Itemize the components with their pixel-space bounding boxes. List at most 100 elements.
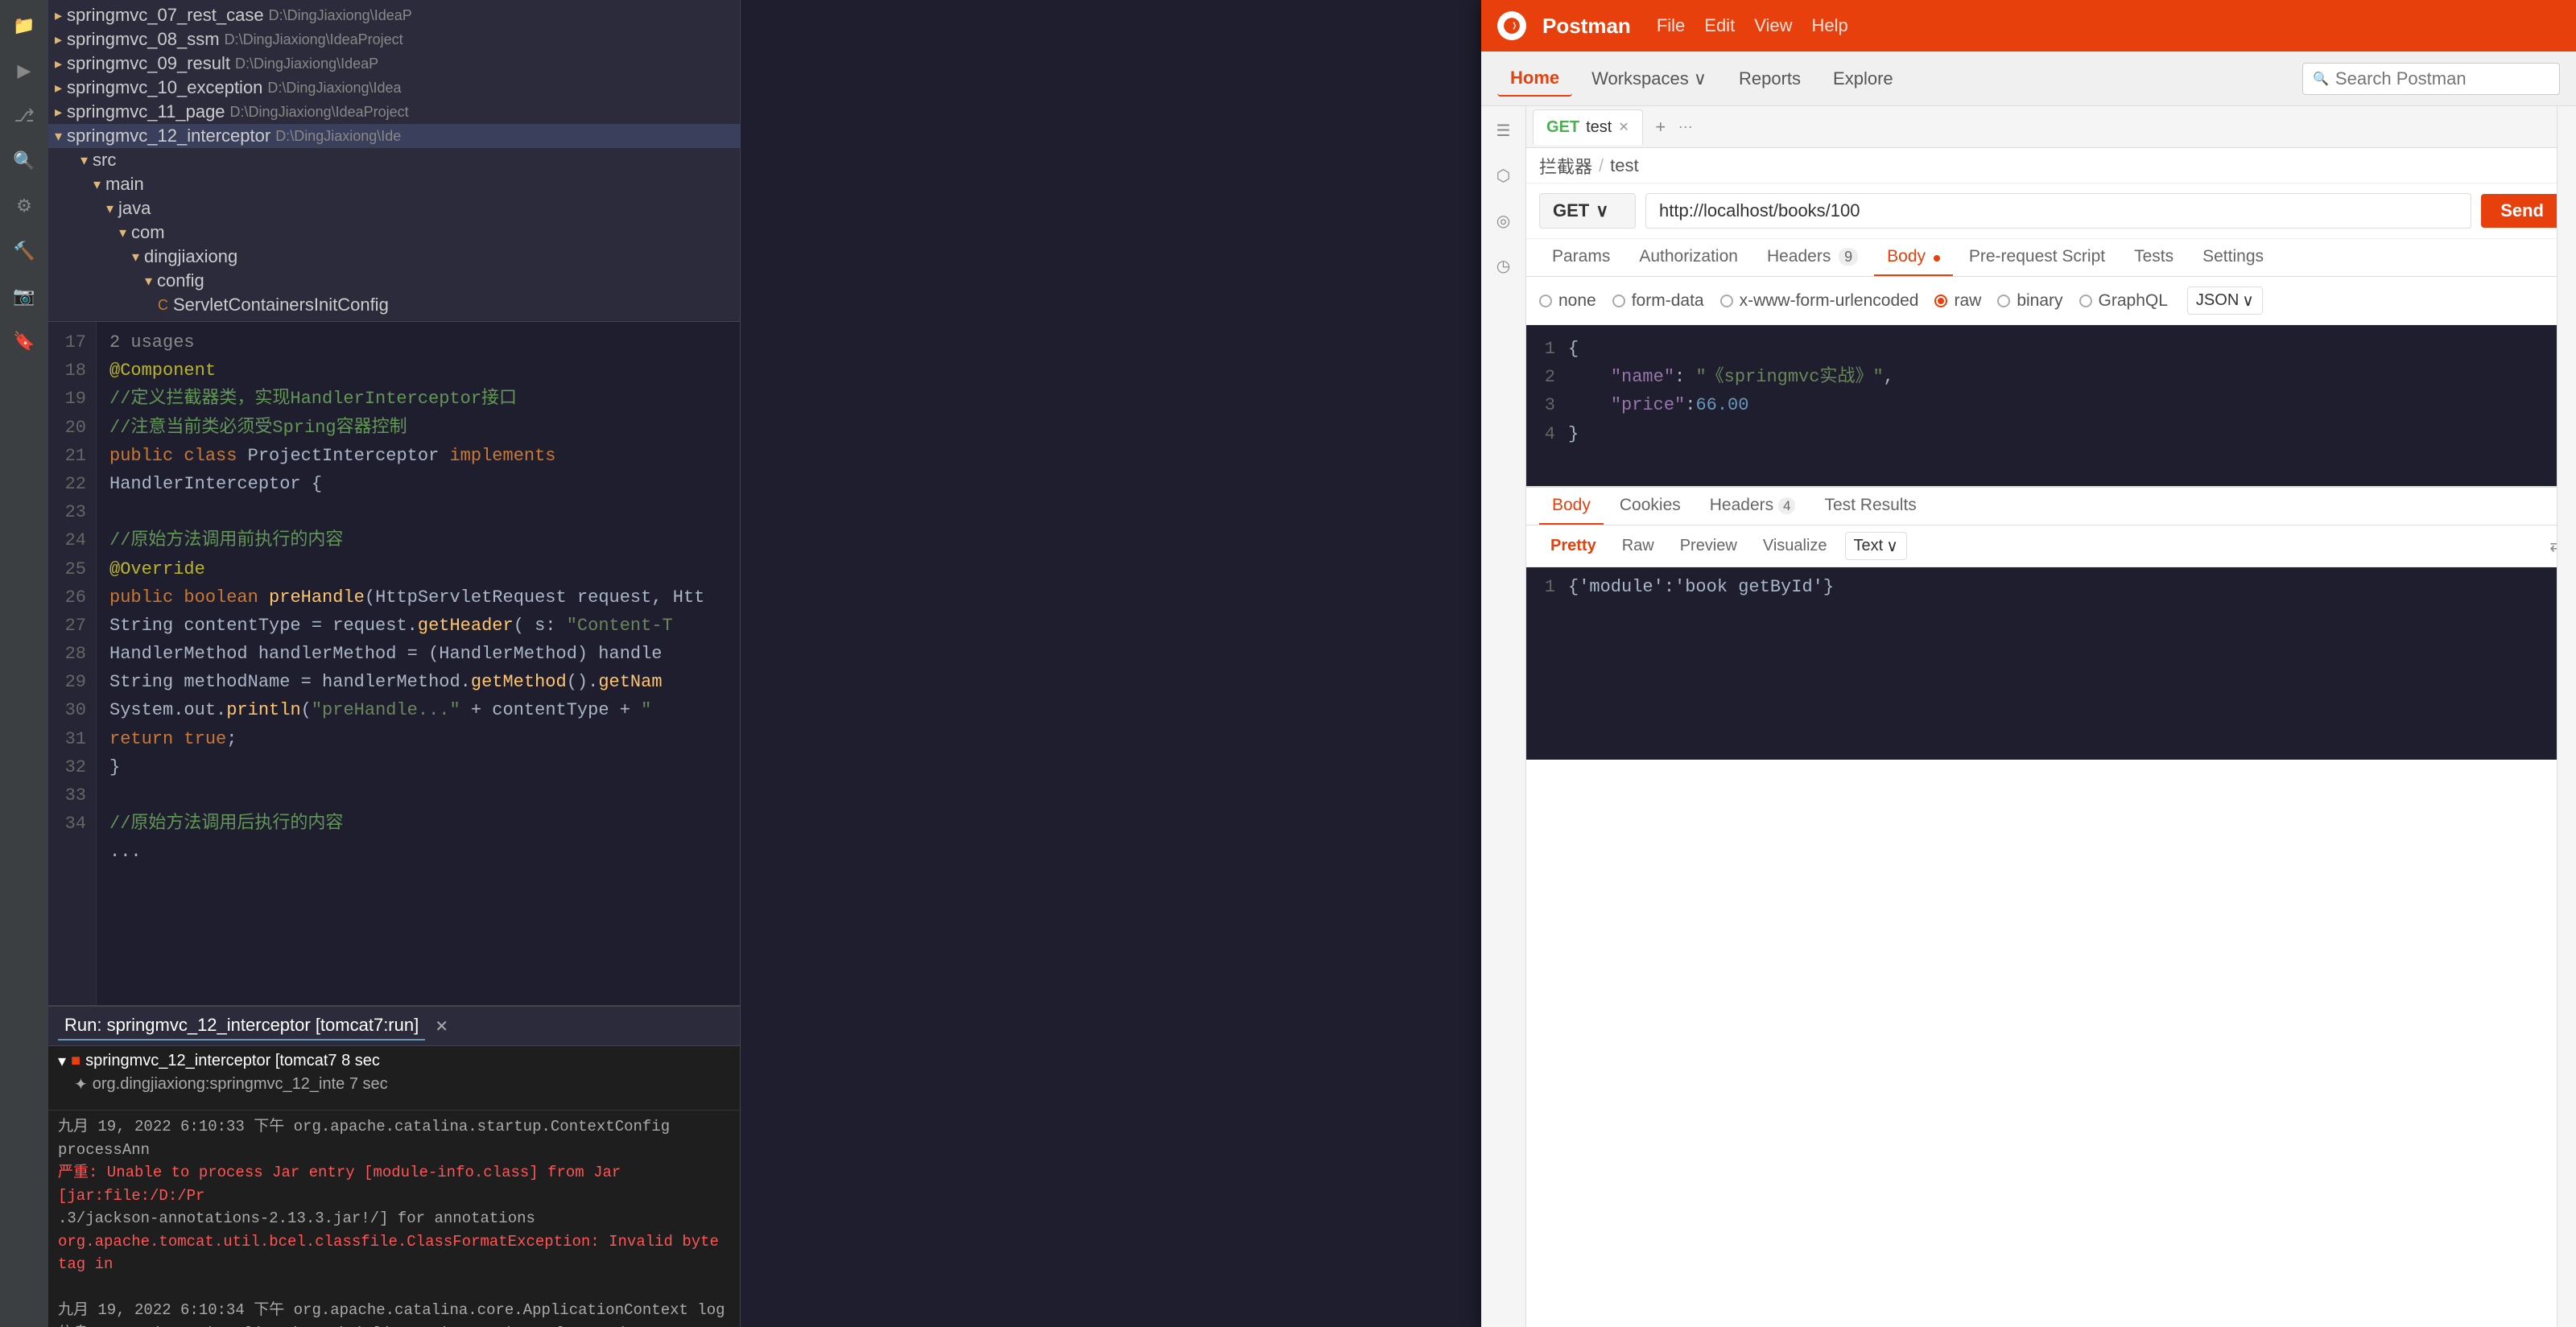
radio-form-data[interactable]: form-data [1612,291,1704,311]
radio-none[interactable]: none [1539,291,1596,311]
tab-tests[interactable]: Tests [2121,239,2186,276]
nav-home[interactable]: Home [1497,61,1572,97]
line-numbers: 171819202122232425262728293031323334 [48,322,97,1005]
tree-item[interactable]: ▾ springmvc_12_interceptor D:\DingJiaxio… [48,124,740,148]
more-tabs-button[interactable]: ··· [1678,118,1693,135]
json-format-dropdown[interactable]: JSON ∨ [2187,286,2263,315]
response-tab-headers[interactable]: Headers 4 [1697,488,1809,525]
radio-binary[interactable]: binary [1997,291,2062,311]
method-chevron-icon: ∨ [1596,200,1608,221]
format-tab-visualize[interactable]: Visualize [1752,532,1839,560]
tab-headers[interactable]: Headers 9 [1754,239,1871,276]
tree-item[interactable]: ▾ com [48,220,740,245]
response-tab-cookies[interactable]: Cookies [1607,488,1694,525]
run-icon[interactable]: ▶ [8,55,40,87]
git-icon[interactable]: ⎇ [8,100,40,132]
tree-item[interactable]: ▸ springmvc_10_exception D:\DingJiaxiong… [48,76,740,100]
run-output-line: 信息: 1 Spring WebApplicationInitializers … [58,1322,730,1327]
radio-graphql[interactable]: GraphQL [2079,291,2168,311]
radio-raw[interactable]: raw [1934,291,1981,311]
tree-item[interactable]: ▾ src [48,148,740,172]
collection-icon[interactable]: ☰ [1489,116,1518,145]
run-tree-item[interactable]: ▾ ■ springmvc_12_interceptor [tomcat7 8 … [55,1049,733,1073]
menu-file[interactable]: File [1657,15,1685,36]
radio-label: GraphQL [2099,291,2168,311]
format-tab-pretty[interactable]: Pretty [1539,532,1608,560]
search-input[interactable] [2335,68,2549,89]
folder-expand-icon: ▸ [55,56,62,72]
method-select[interactable]: GET ∨ [1539,193,1636,229]
tab-close-button[interactable]: ✕ [1618,119,1629,135]
response-tab-test-results[interactable]: Test Results [1811,488,1929,525]
tab-pre-request[interactable]: Pre-request Script [1956,239,2118,276]
tree-item-label: src [93,150,116,171]
json-editor[interactable]: 1234 { "name": "《springmvc实战》", "price":… [1526,325,2576,486]
tab-params[interactable]: Params [1539,239,1623,276]
response-format: Pretty Raw Preview Visualize Text ∨ ⇄ [1526,525,2576,567]
send-button[interactable]: Send [2481,194,2563,228]
radio-urlencoded[interactable]: x-www-form-urlencoded [1720,291,1919,311]
new-tab-button[interactable]: + [1646,113,1675,142]
json-code: { "name": "《springmvc实战》", "price":66.00… [1568,335,2566,476]
run-output-line: 九月 19, 2022 6:10:34 下午 org.apache.catali… [58,1299,730,1322]
tree-item[interactable]: ▾ config [48,269,740,293]
java-file-icon: C [158,297,168,314]
run-item-label: springmvc_12_interceptor [tomcat7 8 sec [85,1052,380,1070]
tab-authorization[interactable]: Authorization [1626,239,1751,276]
bookmark-icon[interactable]: 🔖 [8,325,40,357]
code-content[interactable]: 2 usages @Component //定义拦截器类，实现HandlerIn… [97,322,740,1005]
tree-item[interactable]: C ServletContainersInitConfig [48,293,740,317]
url-input[interactable] [1645,193,2471,229]
tree-item-path: D:\DingJiaxiong\IdeaP [235,56,378,72]
format-tab-raw[interactable]: Raw [1611,532,1666,560]
tree-item-path: D:\DingJiaxiong\IdeaProject [225,31,403,48]
menu-help[interactable]: Help [1811,15,1847,36]
tree-item[interactable]: ▸ springmvc_08_ssm D:\DingJiaxiong\IdeaP… [48,27,740,52]
postman-panel: Postman File Edit View Help Home Workspa… [1481,0,2576,1327]
project-icon[interactable]: 📁 [8,10,40,42]
tree-item[interactable]: ▸ springmvc_09_result D:\DingJiaxiong\Id… [48,52,740,76]
api-icon[interactable]: ⬡ [1489,161,1518,190]
tab-settings[interactable]: Settings [2190,239,2277,276]
response-tab-body[interactable]: Body [1539,488,1604,525]
format-tab-preview[interactable]: Preview [1669,532,1748,560]
tree-item[interactable]: ▸ springmvc_11_page D:\DingJiaxiong\Idea… [48,100,740,124]
search-ide-icon[interactable]: 🔍 [8,145,40,177]
file-tree: ▸ springmvc_07_rest_case D:\DingJiaxiong… [48,0,740,322]
tree-item-label: springmvc_07_rest_case [67,5,264,26]
radio-icon [2079,295,2092,307]
tree-item[interactable]: ▾ java [48,196,740,220]
tree-item[interactable]: ▾ main [48,172,740,196]
history-icon[interactable]: ◷ [1489,251,1518,280]
close-run-icon[interactable]: ✕ [435,1016,448,1036]
breadcrumb: 拦截器 / test [1526,148,2576,183]
camera-icon[interactable]: 📷 [8,280,40,312]
radio-icon [1539,295,1552,307]
postman-title: Postman [1542,14,1631,39]
tree-item[interactable]: ▸ springmvc_07_rest_case D:\DingJiaxiong… [48,3,740,27]
folder-expand-icon: ▸ [55,104,62,121]
tree-item[interactable]: ▾ dingjiaxiong [48,245,740,269]
run-tree-item[interactable]: ✦ org.dingjiaxiong:springmvc_12_inte 7 s… [55,1073,733,1096]
request-tab[interactable]: GET test ✕ [1533,109,1643,145]
nav-explore[interactable]: Explore [1820,62,1906,96]
tree-item-path: D:\DingJiaxiong\Ide [275,128,401,145]
nav-workspaces[interactable]: Workspaces ∨ [1579,62,1719,96]
response-format-dropdown[interactable]: Text ∨ [1845,532,1907,560]
breadcrumb-part1: 拦截器 [1539,153,1592,179]
run-header: Run: springmvc_12_interceptor [tomcat7:r… [48,1007,740,1046]
menu-view[interactable]: View [1754,15,1792,36]
build-icon[interactable]: 🔨 [8,235,40,267]
environment-icon[interactable]: ◎ [1489,206,1518,235]
postman-sidebar: ☰ ⬡ ◎ ◷ [1481,106,1526,1327]
settings-ide-icon[interactable]: ⚙ [8,190,40,222]
search-bar[interactable]: 🔍 [2302,63,2560,95]
menu-edit[interactable]: Edit [1704,15,1735,36]
tab-body[interactable]: Body [1874,239,1953,276]
nav-reports[interactable]: Reports [1726,62,1814,96]
run-header-tab[interactable]: Run: springmvc_12_interceptor [tomcat7:r… [58,1012,425,1041]
json-format-label: JSON [2196,291,2239,310]
tree-item-path: D:\DingJiaxiong\IdeaP [269,7,412,24]
response-tabs: Body Cookies Headers 4 Test Results [1526,488,2576,525]
folder-expand-icon: ▸ [55,80,62,97]
